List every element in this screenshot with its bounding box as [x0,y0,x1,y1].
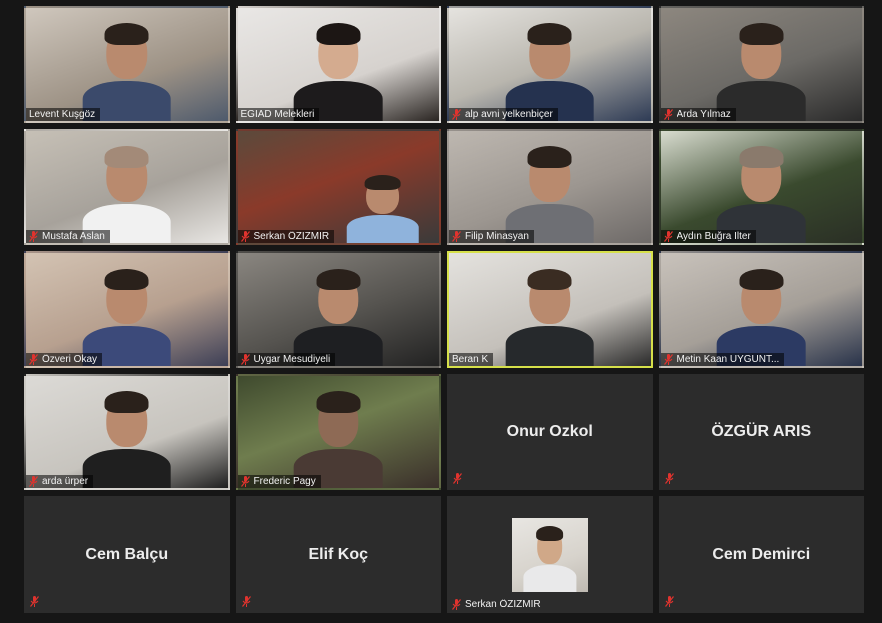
muted-mic-icon [29,476,38,488]
participant-name: Levent Kuşgöz [29,108,96,120]
participant-tile[interactable]: EGİAD Melekleri [235,6,441,123]
muted-mic-icon [30,595,39,607]
muted-mic-icon [453,473,462,485]
participant-tile[interactable]: Uygar Mesudiyeli [235,251,441,368]
muted-mic-icon [29,353,38,365]
participant-name-tag: Levent Kuşgöz [26,107,101,121]
participant-name: Filip Minasyan [465,231,529,243]
participant-name: alp avni yelkenbiçer [465,108,553,120]
participant-name-tag: Filip Minasyan [449,230,534,244]
participant-name-tag: Beran K [449,352,494,366]
participant-name: Frederic Pagy [253,476,316,488]
participant-name-tag: Serkan ÖZİZMİR [237,230,335,244]
participant-tile[interactable]: Metin Kaan UYGUNT... [658,251,864,368]
participant-tile-active-speaker[interactable]: Beran K [447,251,653,368]
muted-mic-icon [663,108,673,120]
participant-tile-no-video[interactable]: Cem Balçu [24,496,230,613]
participant-video [293,22,383,121]
participant-name: Arda Yılmaz [676,108,731,120]
participant-tile-no-video[interactable]: Elif Koç [235,496,441,613]
muted-mic-icon [452,108,461,120]
participant-tile[interactable]: Mustafa Aslan [24,128,230,246]
participant-video [716,144,806,244]
participant-name: arda ürper [42,476,89,488]
participant-name: ÖZGÜR ARIS [711,423,812,441]
participant-tile-no-video[interactable]: Cem Demirci [658,496,864,613]
participant-tile[interactable]: alp avni yelkenbiçer [447,6,653,123]
participant-name: Metin Kaan UYGUNT... [676,353,780,365]
participant-tile[interactable]: Filip Minasyan [447,128,653,246]
participant-video [505,267,595,366]
participant-tile[interactable]: Frederic Pagy [235,373,441,491]
participant-name: Mustafa Aslan [42,231,105,243]
participant-video [82,22,172,121]
muted-mic-icon [452,598,461,610]
gallery-view-grid: Levent Kuşgöz EGİAD Melekleri alp avni y… [24,6,864,613]
participant-name: Aydın Buğra İlter [676,231,751,243]
participant-tile[interactable]: Aydın Buğra İlter [658,128,864,246]
participant-tile-profile-photo[interactable]: Serkan ÖZİZMİR [447,496,653,613]
participant-name-tag: Metin Kaan UYGUNT... [660,352,785,366]
participant-name: Serkan ÖZİZMİR [253,231,330,243]
participant-tile[interactable]: Özveri Okay [24,251,230,368]
muted-mic-icon [240,231,250,243]
participant-video [293,267,383,366]
participant-name-tag: Uygar Mesudiyeli [237,352,336,366]
participant-name: Beran K [452,353,489,365]
participant-tile[interactable]: Arda Yılmaz [658,6,864,123]
participant-video [82,389,172,489]
muted-mic-icon [664,473,674,485]
participant-name: Serkan ÖZİZMİR [465,598,541,610]
participant-video [716,267,806,366]
participant-tile[interactable]: Serkan ÖZİZMİR [235,128,441,246]
participant-tile[interactable]: arda ürper [24,373,230,491]
participant-name-tag: Frederic Pagy [237,475,321,489]
participant-name: Onur Ozkol [506,423,593,441]
participant-name: Uygar Mesudiyeli [253,353,331,365]
participant-name-tag: Özveri Okay [26,352,103,366]
participant-name-tag: alp avni yelkenbiçer [449,107,558,121]
participant-video [346,173,419,244]
participant-name: Cem Demirci [712,545,811,563]
muted-mic-icon [240,476,250,488]
participant-name-tag: Arda Yılmaz [660,107,736,121]
participant-name-tag: arda ürper [26,475,94,489]
participant-name-tag: Mustafa Aslan [26,230,110,244]
profile-photo [511,518,588,593]
participant-video [716,22,806,121]
participant-video [82,144,172,244]
participant-tile-no-video[interactable]: Onur Ozkol [447,373,653,491]
participant-tile-no-video[interactable]: ÖZGÜR ARIS [658,373,864,491]
participant-name: Cem Balçu [85,545,169,563]
muted-mic-icon [663,353,673,365]
participant-tile[interactable]: Levent Kuşgöz [24,6,230,123]
muted-mic-icon [29,231,38,243]
participant-name: Özveri Okay [42,353,98,365]
participant-video [505,144,595,244]
participant-name: Elif Koç [308,545,369,563]
participant-video [293,389,383,489]
participant-name-tag: Serkan ÖZİZMİR [449,598,546,611]
participant-name-tag: Aydın Buğra İlter [660,230,756,244]
participant-video [82,267,172,366]
muted-mic-icon [452,231,461,243]
muted-mic-icon [663,231,673,243]
participant-video [505,22,595,121]
participant-name: EGİAD Melekleri [240,108,315,120]
muted-mic-icon [240,353,250,365]
muted-mic-icon [241,595,251,607]
muted-mic-icon [664,595,674,607]
participant-name-tag: EGİAD Melekleri [237,107,320,121]
